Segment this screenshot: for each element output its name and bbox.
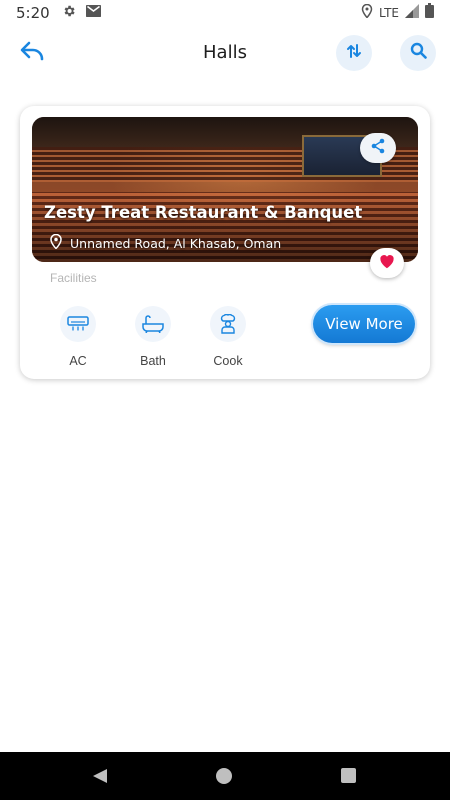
facility-label: Bath <box>140 354 166 368</box>
favorite-button[interactable] <box>370 248 404 278</box>
facility-ac: AC <box>48 306 108 368</box>
heart-icon <box>378 253 396 274</box>
nav-back-icon[interactable] <box>92 768 108 789</box>
status-time: 5:20 <box>16 3 50 22</box>
settings-icon <box>62 4 76 22</box>
hall-location: Unnamed Road, Al Khasab, Oman <box>50 233 282 252</box>
search-button[interactable] <box>400 35 436 71</box>
screen: 5:20 LTE Halls Zesty Treat Restaurant & … <box>0 0 450 800</box>
hall-name: Zesty Treat Restaurant & Banquet <box>44 203 363 222</box>
share-button[interactable] <box>360 133 396 163</box>
page-title: Halls <box>203 42 247 63</box>
app-bar: Halls <box>0 28 450 78</box>
signal-icon <box>405 3 419 22</box>
search-icon <box>410 42 427 64</box>
mail-icon <box>85 4 101 21</box>
location-pin-icon <box>50 233 62 252</box>
facilities-label: Facilities <box>50 271 97 285</box>
hall-location-text: Unnamed Road, Al Khasab, Oman <box>70 235 282 251</box>
hall-card[interactable]: Zesty Treat Restaurant & Banquet Unnamed… <box>20 106 430 379</box>
navigation-bar <box>0 752 450 800</box>
facility-label: Cook <box>213 354 243 368</box>
status-bar: 5:20 LTE <box>0 0 450 25</box>
battery-icon <box>425 3 434 22</box>
ac-icon <box>60 306 96 342</box>
facility-label: AC <box>69 354 87 368</box>
facility-bath: Bath <box>123 306 183 368</box>
sort-icon <box>346 43 362 64</box>
network-type: LTE <box>379 5 399 20</box>
chef-icon <box>210 306 246 342</box>
sort-button[interactable] <box>336 35 372 71</box>
nav-recents-icon[interactable] <box>341 768 356 783</box>
share-icon <box>370 138 386 159</box>
hall-image[interactable]: Zesty Treat Restaurant & Banquet Unnamed… <box>32 117 418 262</box>
location-icon <box>361 3 373 22</box>
view-more-button[interactable]: View More <box>313 305 415 343</box>
nav-home-icon[interactable] <box>216 768 232 784</box>
bathtub-icon <box>135 306 171 342</box>
facility-cook: Cook <box>198 306 258 368</box>
